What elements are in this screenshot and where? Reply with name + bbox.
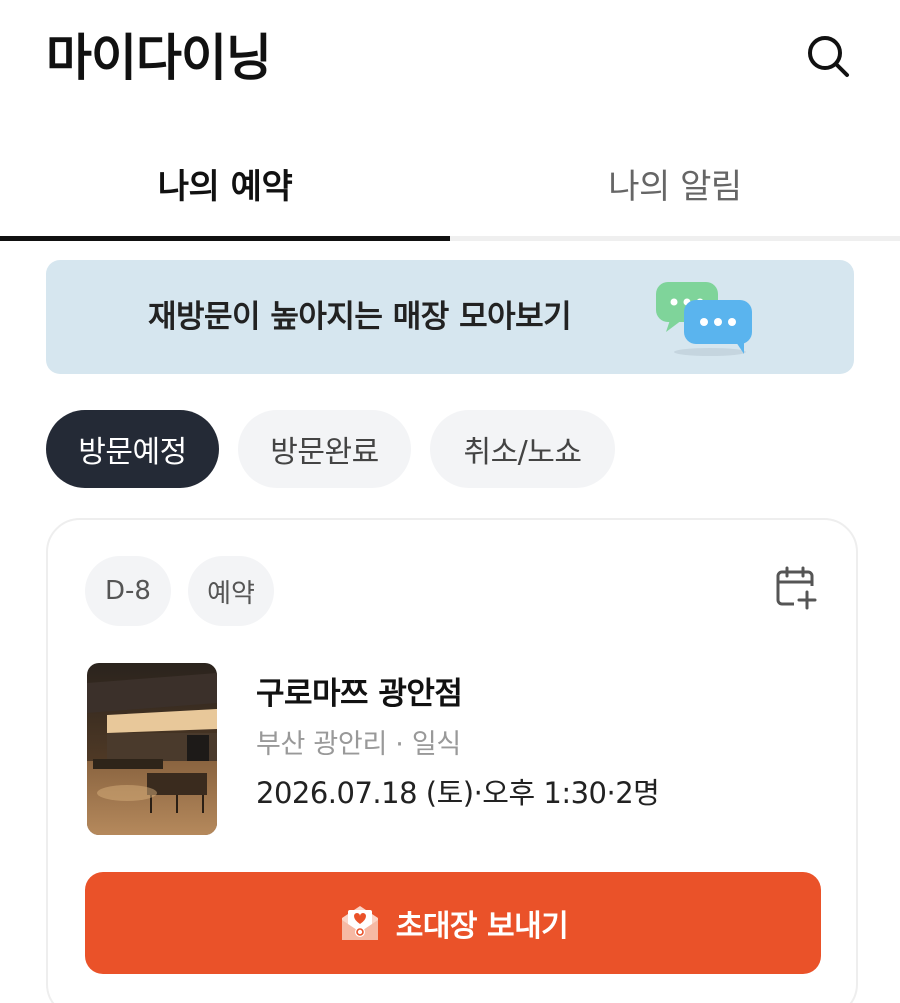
store-name[interactable]: 구로마쯔 광안점 (256, 668, 463, 713)
reservation-card: D-8 예약 구로마쯔 광안점 부산 광안리 · 일식 2026.07.18 (… (46, 518, 858, 1003)
tab-my-notifications[interactable]: 나의 알림 (450, 128, 900, 238)
search-icon (808, 36, 849, 77)
invitation-envelope-icon (341, 906, 378, 940)
chat-bubbles-icon (656, 282, 752, 356)
revisit-stores-banner[interactable]: 재방문이 높아지는 매장 모아보기 (46, 260, 854, 374)
header: 마이다이닝 (0, 0, 900, 110)
search-button[interactable] (796, 24, 860, 88)
add-to-calendar-button[interactable] (774, 566, 818, 610)
page-title: 마이다이닝 (46, 29, 272, 87)
calendar-add-icon (776, 566, 817, 610)
app-screen: 마이다이닝 나의 예약 나의 알림 재방문이 높아지는 매장 모아보기 방문예정… (0, 0, 900, 1003)
status-badge: 예약 (188, 556, 274, 626)
d-day-badge: D-8 (85, 556, 171, 626)
reservation-datetime: 2026.07.18 (토)·오후 1:30·2명 (256, 776, 660, 810)
filter-chip-cancelled-noshow[interactable]: 취소/노쇼 (430, 410, 615, 488)
filter-chip-upcoming[interactable]: 방문예정 (46, 410, 219, 488)
tab-my-reservations[interactable]: 나의 예약 (0, 128, 450, 238)
restaurant-photo[interactable] (87, 663, 217, 835)
send-invitation-button[interactable]: 초대장 보내기 (85, 872, 821, 974)
tab-active-indicator (0, 236, 450, 241)
send-invitation-label: 초대장 보내기 (395, 909, 569, 944)
banner-text: 재방문이 높아지는 매장 모아보기 (148, 299, 572, 335)
store-location-category: 부산 광안리 · 일식 (256, 729, 461, 760)
restaurant-interior-image (87, 663, 217, 835)
filter-chip-visited[interactable]: 방문완료 (238, 410, 411, 488)
tab-bar: 나의 예약 나의 알림 (0, 128, 900, 241)
